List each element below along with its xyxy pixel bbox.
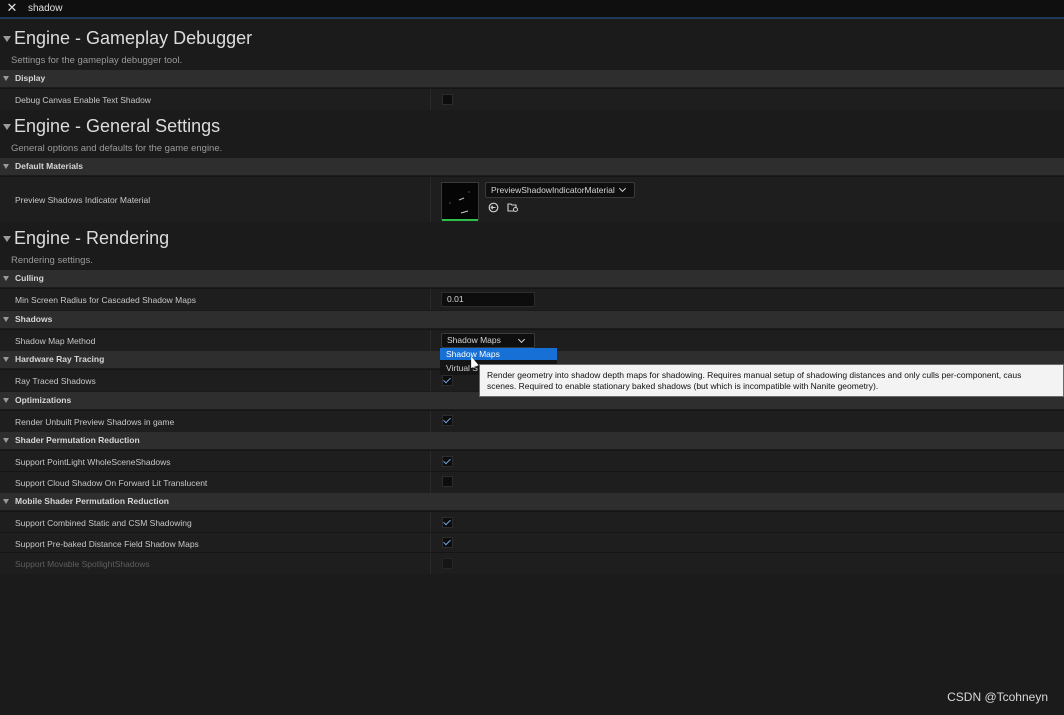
section-description: Rendering settings. bbox=[11, 255, 93, 266]
column-divider[interactable] bbox=[430, 451, 431, 472]
property-label: Debug Canvas Enable Text Shadow bbox=[15, 95, 151, 105]
property-label: Support Cloud Shadow On Forward Lit Tran… bbox=[15, 478, 208, 488]
property-row: Support Pre-baked Distance Field Shadow … bbox=[0, 532, 1064, 554]
collapse-arrow-icon[interactable] bbox=[3, 236, 11, 242]
collapse-arrow-icon bbox=[3, 317, 9, 322]
tooltip-line: scenes. Required to enable stationary ba… bbox=[487, 381, 879, 391]
property-row: Support Movable SpotlightShadows bbox=[0, 552, 1064, 574]
category-display[interactable]: Display bbox=[0, 70, 1064, 87]
property-row: Render Unbuilt Preview Shadows in game bbox=[0, 410, 1064, 432]
collapse-arrow-icon bbox=[3, 276, 9, 281]
debug-canvas-text-shadow-checkbox[interactable] bbox=[442, 94, 453, 105]
collapse-arrow-icon[interactable] bbox=[3, 124, 11, 130]
column-divider[interactable] bbox=[430, 472, 431, 493]
cloud-shadow-checkbox[interactable] bbox=[442, 476, 453, 487]
column-divider[interactable] bbox=[430, 512, 431, 533]
collapse-arrow-icon bbox=[3, 357, 9, 362]
category-label: Mobile Shader Permutation Reduction bbox=[15, 496, 169, 506]
render-unbuilt-preview-checkbox[interactable] bbox=[442, 415, 453, 426]
column-divider[interactable] bbox=[430, 177, 431, 222]
prebaked-distance-field-checkbox[interactable] bbox=[442, 537, 453, 548]
collapse-arrow-icon[interactable] bbox=[3, 36, 11, 42]
column-divider[interactable] bbox=[430, 411, 431, 432]
min-screen-radius-value: 0.01 bbox=[447, 294, 464, 304]
property-label: Support Combined Static and CSM Shadowin… bbox=[15, 518, 192, 528]
material-thumbnail[interactable] bbox=[441, 182, 479, 221]
property-label: Render Unbuilt Preview Shadows in game bbox=[15, 417, 175, 427]
category-culling[interactable]: Culling bbox=[0, 270, 1064, 287]
property-label: Ray Traced Shadows bbox=[15, 376, 96, 386]
tooltip: Render geometry into shadow depth maps f… bbox=[479, 364, 1064, 397]
checkmark-icon bbox=[443, 537, 451, 546]
category-label: Culling bbox=[15, 273, 44, 283]
category-shadows[interactable]: Shadows bbox=[0, 311, 1064, 328]
chevron-down-icon bbox=[618, 184, 627, 193]
column-divider[interactable] bbox=[430, 553, 431, 574]
min-screen-radius-input[interactable]: 0.01 bbox=[441, 292, 535, 307]
property-row: Debug Canvas Enable Text Shadow bbox=[0, 88, 1064, 110]
combined-static-csm-checkbox[interactable] bbox=[442, 517, 453, 528]
shadow-map-method-dropdown[interactable]: Shadow Maps bbox=[441, 333, 535, 348]
checkmark-icon bbox=[443, 456, 451, 465]
column-divider[interactable] bbox=[430, 289, 431, 310]
column-divider[interactable] bbox=[430, 533, 431, 554]
checkmark-icon bbox=[443, 375, 451, 384]
section-description: Settings for the gameplay debugger tool. bbox=[11, 55, 183, 66]
collapse-arrow-icon bbox=[3, 438, 9, 443]
property-row: Support Combined Static and CSM Shadowin… bbox=[0, 511, 1064, 533]
movable-spotlight-shadows-checkbox bbox=[442, 558, 453, 569]
property-label: Preview Shadows Indicator Material bbox=[15, 195, 151, 205]
use-selected-asset-icon[interactable] bbox=[488, 202, 499, 213]
checkmark-icon bbox=[443, 517, 451, 526]
collapse-arrow-icon bbox=[3, 76, 9, 81]
section-description: General options and defaults for the gam… bbox=[11, 143, 223, 154]
property-row: Support PointLight WholeSceneShadows bbox=[0, 450, 1064, 472]
tooltip-line: Render geometry into shadow depth maps f… bbox=[487, 370, 1022, 380]
section-title-general-settings: Engine - General Settings bbox=[14, 116, 221, 136]
ray-traced-shadows-checkbox[interactable] bbox=[442, 375, 453, 386]
category-label: Shadows bbox=[15, 314, 53, 324]
chevron-down-icon bbox=[517, 335, 526, 344]
collapse-arrow-icon bbox=[3, 398, 9, 403]
column-divider[interactable] bbox=[430, 89, 431, 110]
category-shader-permutation-reduction[interactable]: Shader Permutation Reduction bbox=[0, 432, 1064, 449]
pointlight-wholescene-shadows-checkbox[interactable] bbox=[442, 456, 453, 467]
category-label: Hardware Ray Tracing bbox=[15, 354, 105, 364]
close-icon[interactable]: ✕ bbox=[5, 1, 19, 15]
column-divider[interactable] bbox=[430, 370, 431, 391]
category-label: Default Materials bbox=[15, 161, 84, 171]
category-mobile-shader-permutation-reduction[interactable]: Mobile Shader Permutation Reduction bbox=[0, 493, 1064, 510]
property-label: Support Pre-baked Distance Field Shadow … bbox=[15, 539, 199, 549]
collapse-arrow-icon bbox=[3, 164, 9, 169]
section-title-gameplay-debugger: Engine - Gameplay Debugger bbox=[14, 28, 253, 48]
search-bar: ✕ shadow bbox=[0, 0, 1064, 19]
asset-type-underline bbox=[442, 219, 478, 221]
material-preview-image bbox=[449, 191, 470, 214]
property-label: Support Movable SpotlightShadows bbox=[15, 559, 150, 569]
category-default-materials[interactable]: Default Materials bbox=[0, 158, 1064, 175]
option-shadow-maps[interactable]: Shadow Maps bbox=[440, 348, 557, 360]
property-row: Support Cloud Shadow On Forward Lit Tran… bbox=[0, 471, 1064, 493]
category-label: Optimizations bbox=[15, 395, 72, 405]
property-label: Support PointLight WholeSceneShadows bbox=[15, 457, 171, 467]
category-label: Display bbox=[15, 73, 46, 83]
material-asset-dropdown[interactable]: PreviewShadowIndicatorMaterial bbox=[485, 182, 635, 198]
checkmark-icon bbox=[443, 415, 451, 424]
material-asset-value: PreviewShadowIndicatorMaterial bbox=[491, 185, 615, 195]
shadow-map-method-value: Shadow Maps bbox=[447, 335, 501, 345]
category-label: Shader Permutation Reduction bbox=[15, 435, 140, 445]
section-title-rendering: Engine - Rendering bbox=[14, 228, 170, 248]
collapse-arrow-icon bbox=[3, 499, 9, 504]
column-divider[interactable] bbox=[430, 330, 431, 351]
watermark: CSDN @Tcohneyn bbox=[947, 690, 1048, 704]
search-input[interactable]: shadow bbox=[28, 3, 62, 14]
browse-folder-icon[interactable] bbox=[507, 202, 518, 213]
property-label: Shadow Map Method bbox=[15, 336, 96, 346]
property-label: Min Screen Radius for Cascaded Shadow Ma… bbox=[15, 295, 196, 305]
